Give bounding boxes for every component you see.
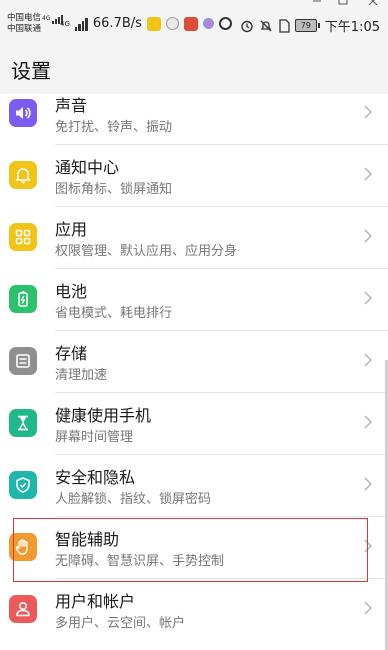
signal-2-icon xyxy=(74,17,88,31)
apps-grid-icon xyxy=(9,223,37,251)
chevron-right-icon xyxy=(364,353,372,367)
circle-app-icon xyxy=(218,17,232,30)
battery-level: 79 xyxy=(294,19,317,32)
item-subtitle: 权限管理、默认应用、应用分身 xyxy=(55,244,238,259)
settings-item-notifications[interactable]: 通知中心 图标角标、锁屏通知 xyxy=(0,145,388,207)
carrier-1-network: 4G xyxy=(42,15,51,22)
item-title: 通知中心 xyxy=(55,158,120,177)
battery-indicator: 79 xyxy=(294,19,320,32)
colorful-app-icon xyxy=(202,18,214,29)
status-bar: 中国电信 4G 中国联通 4G 66.7B/s 79 下午1:05 xyxy=(0,0,388,44)
settings-item-storage[interactable]: 存储 清理加速 xyxy=(0,331,388,393)
chevron-right-icon xyxy=(364,105,372,119)
chevron-right-icon xyxy=(364,291,372,305)
carrier-info: 中国电信 4G 中国联通 xyxy=(7,13,64,35)
shield-icon xyxy=(9,471,37,499)
speaker-icon xyxy=(9,99,37,127)
storage-icon xyxy=(9,347,37,375)
item-subtitle: 图标角标、锁屏通知 xyxy=(55,182,173,197)
status-middle: 4G 66.7B/s xyxy=(60,16,232,31)
sim-card-icon xyxy=(279,18,290,33)
settings-item-apps[interactable]: 应用 权限管理、默认应用、应用分身 xyxy=(0,207,388,269)
settings-item-digital-balance[interactable]: 健康使用手机 屏幕时间管理 xyxy=(0,393,388,455)
chevron-right-icon xyxy=(364,601,372,615)
settings-item-users-accounts[interactable]: 用户和帐户 多用户、云空间、帐户 xyxy=(0,579,388,641)
hourglass-icon xyxy=(9,409,37,437)
car-app-icon xyxy=(146,16,161,31)
item-title: 用户和帐户 xyxy=(55,592,136,611)
status-right: 79 下午1:05 xyxy=(240,16,380,35)
maximize-icon xyxy=(338,0,348,5)
chevron-right-icon xyxy=(364,167,372,181)
settings-item-security-privacy[interactable]: 安全和隐私 人脸解锁、指纹、锁屏密码 xyxy=(0,455,388,517)
app-notification-icon xyxy=(165,17,179,30)
highlight-annotation-box xyxy=(13,518,368,582)
item-subtitle: 多用户、云空间、帐户 xyxy=(55,616,186,631)
close-window-icon xyxy=(368,0,378,5)
item-title: 电池 xyxy=(55,282,88,301)
settings-item-battery[interactable]: 电池 省电模式、耗电排行 xyxy=(0,269,388,331)
item-subtitle: 人脸解锁、指纹、锁屏密码 xyxy=(55,492,212,507)
item-subtitle: 省电模式、耗电排行 xyxy=(55,306,173,321)
item-title: 安全和隐私 xyxy=(55,468,136,487)
carrier-2-name: 中国联通 xyxy=(7,24,42,34)
item-title: 存储 xyxy=(55,344,88,363)
user-icon xyxy=(9,595,37,623)
carrier-1-name: 中国电信 xyxy=(7,13,42,23)
chevron-right-icon xyxy=(364,477,372,491)
item-subtitle: 清理加速 xyxy=(55,368,108,383)
bell-icon xyxy=(9,161,37,189)
clock-time: 下午1:05 xyxy=(324,20,380,35)
settings-item-sound[interactable]: 声音 免打扰、铃声、振动 xyxy=(0,83,388,145)
red-app-icon xyxy=(183,16,198,31)
item-title: 健康使用手机 xyxy=(55,406,152,425)
minimize-icon xyxy=(313,0,321,2)
chevron-right-icon xyxy=(364,229,372,243)
item-title: 声音 xyxy=(55,96,88,115)
network-speed: 66.7B/s xyxy=(92,16,142,31)
mute-bell-icon xyxy=(260,20,272,31)
carrier-2-network: 4G xyxy=(60,19,70,28)
item-subtitle: 免打扰、铃声、振动 xyxy=(55,120,173,135)
item-subtitle: 屏幕时间管理 xyxy=(55,430,134,445)
alarm-icon xyxy=(241,20,253,32)
page-title: 设置 xyxy=(11,59,51,83)
chevron-right-icon xyxy=(364,415,372,429)
battery-icon xyxy=(9,285,37,313)
item-title: 应用 xyxy=(55,220,88,239)
